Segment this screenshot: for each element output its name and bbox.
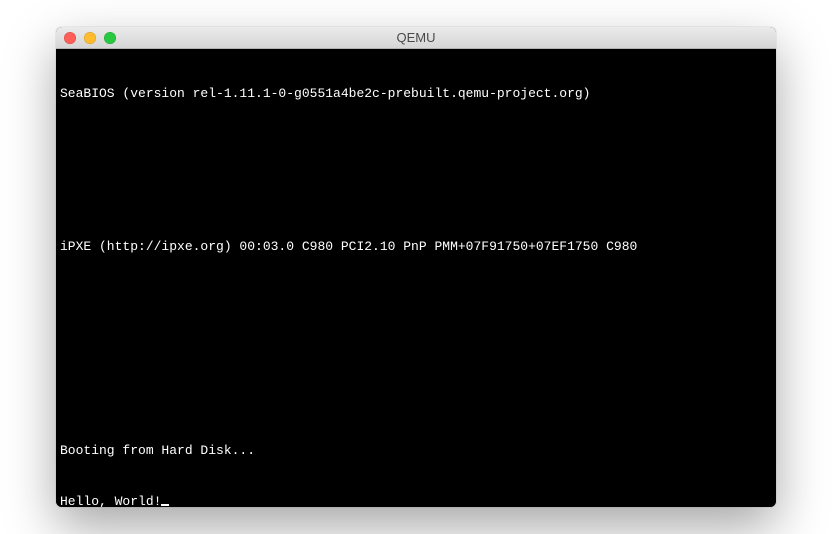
terminal-line xyxy=(60,187,772,204)
close-icon[interactable] xyxy=(64,32,76,44)
terminal-output[interactable]: SeaBIOS (version rel-1.11.1-0-g0551a4be2… xyxy=(56,49,776,507)
terminal-line xyxy=(60,289,772,306)
terminal-line: Hello, World! xyxy=(60,493,772,507)
maximize-icon[interactable] xyxy=(104,32,116,44)
terminal-line: Booting from Hard Disk... xyxy=(60,442,772,459)
cursor-icon xyxy=(161,504,169,506)
traffic-lights xyxy=(56,32,116,44)
titlebar[interactable]: QEMU xyxy=(56,27,776,49)
terminal-line xyxy=(60,391,772,408)
qemu-window: QEMU SeaBIOS (version rel-1.11.1-0-g0551… xyxy=(56,27,776,507)
terminal-line: SeaBIOS (version rel-1.11.1-0-g0551a4be2… xyxy=(60,85,772,102)
window-title: QEMU xyxy=(56,30,776,45)
terminal-line: iPXE (http://ipxe.org) 00:03.0 C980 PCI2… xyxy=(60,238,772,255)
terminal-text: Hello, World! xyxy=(60,494,161,507)
terminal-line xyxy=(60,136,772,153)
minimize-icon[interactable] xyxy=(84,32,96,44)
terminal-line xyxy=(60,340,772,357)
